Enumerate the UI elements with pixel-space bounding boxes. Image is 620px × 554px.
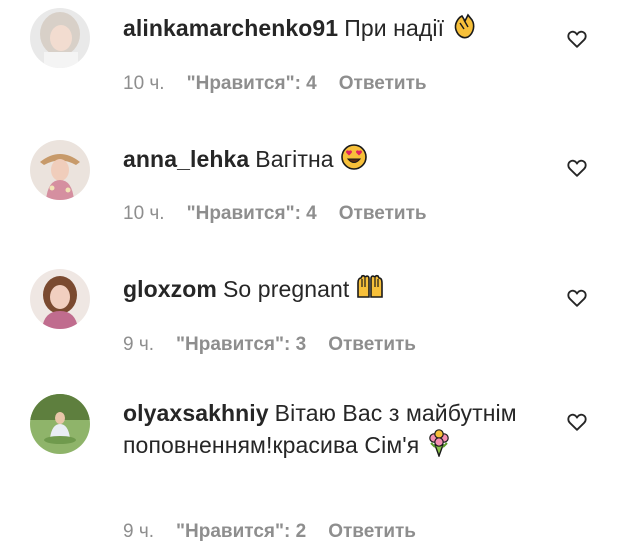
comment-likes[interactable]: "Нравится": 4 xyxy=(187,203,317,224)
like-heart-icon[interactable] xyxy=(566,411,588,433)
reply-button[interactable]: Ответить xyxy=(328,334,416,355)
comment-username[interactable]: anna_lehka xyxy=(123,146,249,172)
bouquet-icon xyxy=(425,429,453,465)
heart-eyes-face-icon xyxy=(340,143,368,179)
comment-time: 9 ч. xyxy=(123,521,155,542)
avatar[interactable] xyxy=(30,269,90,329)
comment-time: 10 ч. xyxy=(123,73,165,94)
comment-username[interactable]: gloxzom xyxy=(123,276,217,302)
comment-likes[interactable]: "Нравится": 3 xyxy=(176,334,306,355)
comment-meta: 9 ч. "Нравится": 2 Ответить xyxy=(123,521,438,543)
comment-username[interactable]: alinkamarchenko91 xyxy=(123,15,338,41)
comment-time: 10 ч. xyxy=(123,203,165,224)
reply-button[interactable]: Ответить xyxy=(339,203,427,224)
comment-meta: 10 ч. "Нравится": 4 Ответить xyxy=(123,203,449,225)
avatar-image xyxy=(30,8,90,68)
comment-text: При надії xyxy=(344,15,445,41)
avatar-image xyxy=(30,140,90,200)
comment-username[interactable]: olyaxsakhniy xyxy=(123,400,269,426)
comment-body: gloxzom So pregnant xyxy=(123,273,543,309)
like-heart-icon[interactable] xyxy=(566,28,588,50)
comment-likes[interactable]: "Нравится": 2 xyxy=(176,521,306,542)
comment-meta: 10 ч. "Нравится": 4 Ответить xyxy=(123,73,449,95)
raising-hands-icon xyxy=(355,273,385,309)
avatar-image xyxy=(30,269,90,329)
avatar[interactable] xyxy=(30,8,90,68)
reply-button[interactable]: Ответить xyxy=(328,521,416,542)
clapping-hands-icon xyxy=(450,12,478,48)
comment-time: 9 ч. xyxy=(123,334,155,355)
comment-body: anna_lehka Вагітна xyxy=(123,143,543,179)
avatar[interactable] xyxy=(30,394,90,454)
comment-body: olyaxsakhniy Вітаю Вас з майбутнім поповн… xyxy=(123,397,543,465)
like-heart-icon[interactable] xyxy=(566,157,588,179)
comment-text: Вагітна xyxy=(255,146,334,172)
avatar[interactable] xyxy=(30,140,90,200)
avatar-image xyxy=(30,394,90,454)
comment-likes[interactable]: "Нравится": 4 xyxy=(187,73,317,94)
comment-body: alinkamarchenko91 При надії xyxy=(123,12,543,48)
comment-text: So pregnant xyxy=(222,276,350,302)
comment-meta: 9 ч. "Нравится": 3 Ответить xyxy=(123,334,438,356)
like-heart-icon[interactable] xyxy=(566,287,588,309)
reply-button[interactable]: Ответить xyxy=(339,73,427,94)
